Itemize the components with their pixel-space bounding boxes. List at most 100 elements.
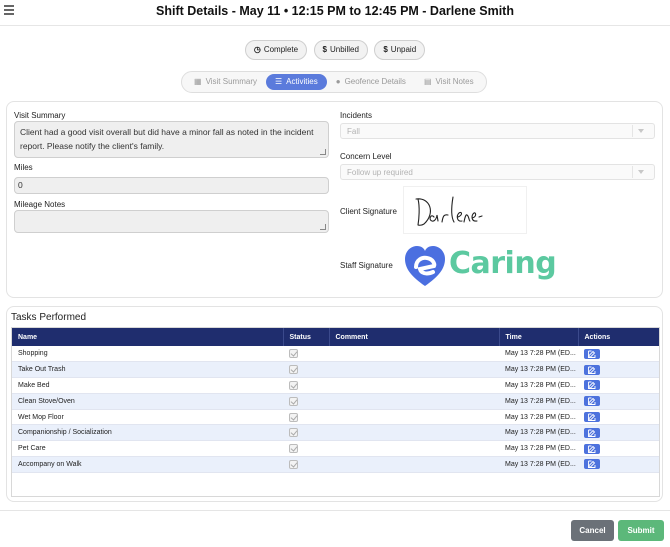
signature-drawing: [415, 196, 483, 226]
miles-input[interactable]: 0: [14, 177, 329, 194]
col-header-status: Status: [283, 328, 330, 346]
task-time: May 13 7:28 PM (ED...: [505, 429, 576, 437]
footer-divider: [0, 510, 670, 511]
tab-bar: ▦ Visit Summary ☰ Activities ● Geofence Det…: [181, 71, 487, 93]
resize-handle-icon[interactable]: [320, 149, 326, 155]
incidents-select[interactable]: Fall: [340, 123, 655, 139]
resize-handle-icon[interactable]: [320, 224, 326, 230]
task-name: Take Out Trash: [18, 366, 66, 374]
tab-geofence-details[interactable]: ● Geofence Details: [327, 74, 415, 90]
submit-button[interactable]: Submit: [618, 520, 664, 541]
clock-icon: ◷: [253, 45, 261, 54]
status-unbilled-pill[interactable]: $ Unbilled: [313, 40, 368, 60]
task-name: Clean Stove/Oven: [18, 397, 75, 405]
edit-button[interactable]: [584, 396, 600, 407]
modal-header: Shift Details - May 11 • 12:15 PM to 12:…: [0, 0, 670, 26]
status-pills: ◷ Complete $ Unbilled $ Unpaid: [0, 39, 670, 60]
document-icon: ▦: [194, 77, 202, 86]
list-icon: ☰: [274, 77, 283, 86]
task-time: May 13 7:28 PM (ED...: [505, 350, 576, 358]
tab-visit-notes[interactable]: ▤ Visit Notes: [415, 74, 483, 90]
table-row: Wet Mop Floor May 13 7:28 PM (ED...: [12, 409, 659, 425]
mileage-notes-label: Mileage Notes: [14, 200, 66, 209]
tab-activities[interactable]: ☰ Activities: [265, 74, 327, 90]
tasks-table: Name Status Comment Time Actions Shoppin…: [11, 327, 660, 497]
task-time: May 13 7:28 PM (ED...: [505, 397, 576, 405]
tasks-title: Tasks Performed: [11, 312, 87, 323]
edit-button[interactable]: [584, 380, 600, 391]
edit-icon: [588, 461, 596, 469]
edit-button[interactable]: [584, 459, 600, 470]
status-complete-pill[interactable]: ◷ Complete: [244, 40, 308, 60]
status-checkbox[interactable]: [289, 428, 298, 438]
table-row: Accompany on Walk May 13 7:28 PM (ED...: [12, 456, 659, 473]
task-time: May 13 7:28 PM (ED...: [505, 366, 576, 374]
status-checkbox[interactable]: [289, 412, 298, 422]
task-comment: [329, 409, 499, 425]
table-header-row: Name Status Comment Time Actions: [12, 328, 659, 346]
ecaring-logo-text: Caring: [449, 246, 557, 281]
edit-button[interactable]: [584, 364, 600, 375]
task-comment: [329, 393, 499, 409]
task-comment: [329, 362, 499, 378]
edit-icon: [588, 413, 596, 422]
edit-icon: [588, 350, 596, 358]
tab-visit-summary[interactable]: ▦ Visit Summary: [185, 74, 266, 90]
edit-button[interactable]: [584, 427, 600, 438]
task-time: May 13 7:28 PM (ED...: [505, 460, 576, 468]
visit-summary-label: Visit Summary: [14, 111, 66, 120]
task-name: Accompany on Walk: [18, 460, 82, 468]
edit-icon: [588, 397, 596, 406]
task-name: Wet Mop Floor: [18, 413, 64, 421]
task-time: May 13 7:28 PM (ED...: [505, 445, 576, 453]
col-header-name: Name: [12, 328, 284, 346]
task-name: Shopping: [18, 350, 48, 358]
concern-level-select[interactable]: Follow up required: [340, 164, 655, 180]
status-checkbox[interactable]: [289, 444, 298, 454]
edit-button[interactable]: [584, 412, 600, 423]
tasks-card: Tasks Performed Name Status Comment Time…: [6, 306, 663, 502]
status-checkbox[interactable]: [289, 349, 298, 359]
mileage-notes-textarea[interactable]: [14, 210, 329, 233]
status-checkbox[interactable]: [289, 459, 298, 469]
status-checkbox[interactable]: [289, 396, 298, 406]
task-comment: [329, 378, 499, 394]
cancel-button[interactable]: Cancel: [571, 520, 614, 541]
incidents-label: Incidents: [340, 111, 373, 120]
task-name: Pet Care: [18, 445, 46, 453]
task-comment: [329, 425, 499, 441]
client-signature-image: [403, 186, 527, 234]
client-signature-label: Client Signature: [340, 207, 397, 216]
task-time: May 13 7:28 PM (ED...: [505, 381, 576, 389]
task-comment: [329, 441, 499, 457]
edit-button[interactable]: [584, 348, 600, 359]
table-row: Make Bed May 13 7:28 PM (ED...: [12, 378, 659, 394]
modal-title: Shift Details - May 11 • 12:15 PM to 12:…: [156, 4, 514, 18]
status-checkbox[interactable]: [289, 380, 298, 390]
table-row: Take Out Trash May 13 7:28 PM (ED...: [12, 361, 659, 378]
col-header-time: Time: [499, 328, 579, 346]
staff-signature-label: Staff Signature: [340, 261, 393, 270]
chevron-down-icon: [632, 125, 648, 137]
status-unpaid-pill[interactable]: $ Unpaid: [374, 40, 426, 60]
edit-button[interactable]: [584, 443, 600, 454]
edit-icon: [588, 382, 596, 390]
col-header-comment: Comment: [329, 328, 500, 346]
task-comment: [329, 346, 499, 362]
concern-level-label: Concern Level: [340, 152, 392, 161]
col-header-actions: Actions: [584, 333, 611, 341]
visit-summary-textarea[interactable]: Client had a good visit overall but did …: [14, 121, 329, 158]
edit-icon: [588, 429, 596, 437]
notes-icon: ▤: [423, 77, 432, 86]
map-pin-icon: ●: [335, 77, 341, 86]
task-name: Companionship / Socialization: [18, 429, 112, 437]
edit-icon: [588, 445, 596, 453]
miles-label: Miles: [14, 163, 33, 172]
edit-icon: [588, 366, 596, 374]
status-checkbox[interactable]: [289, 365, 298, 375]
table-row: Clean Stove/Oven May 13 7:28 PM (ED...: [12, 393, 659, 410]
table-row: Pet Care May 13 7:28 PM (ED...: [12, 441, 659, 457]
table-row: Companionship / Socialization May 13 7:2…: [12, 424, 659, 441]
task-comment: [329, 457, 499, 473]
task-time: May 13 7:28 PM (ED...: [505, 413, 576, 421]
